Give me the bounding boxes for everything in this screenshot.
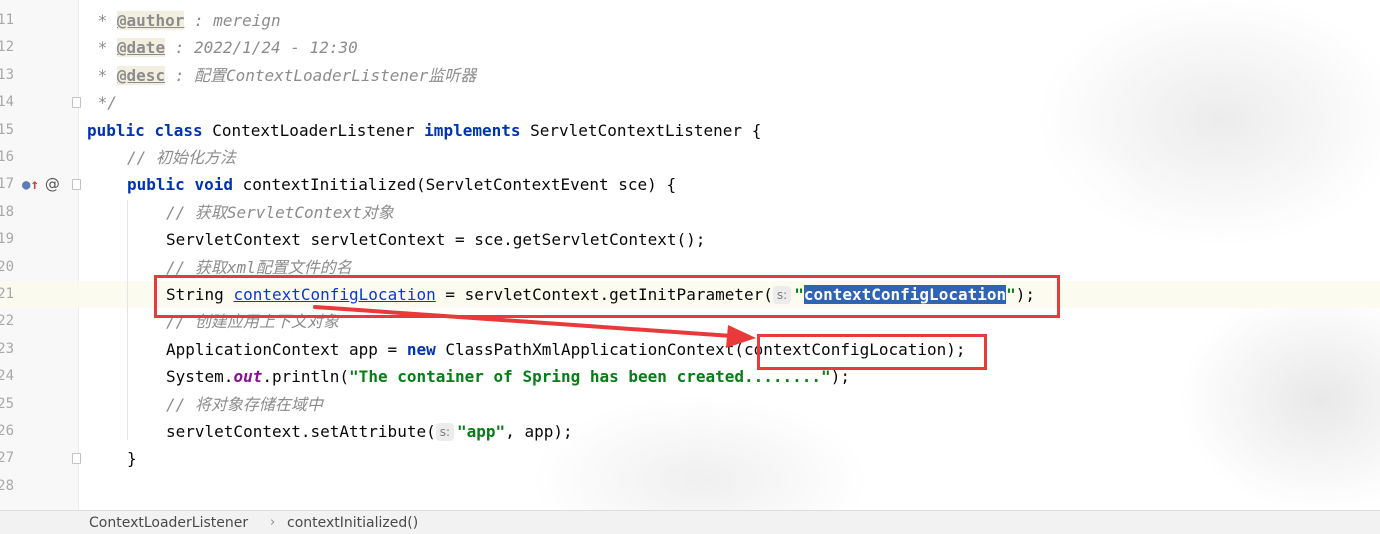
arrow-shaft	[313, 305, 734, 338]
chevron-right-icon: ›	[270, 515, 276, 530]
arrow-head	[726, 325, 756, 348]
breadcrumb-item-class[interactable]: ContextLoaderListener	[89, 512, 248, 534]
code-editor[interactable]: 11 * @author : mereign 12 * @date : 2022…	[0, 0, 1380, 510]
breadcrumb: ContextLoaderListener › contextInitializ…	[0, 510, 1380, 534]
annotation-arrow	[313, 305, 756, 348]
breadcrumb-item-method[interactable]: contextInitialized()	[287, 512, 418, 534]
